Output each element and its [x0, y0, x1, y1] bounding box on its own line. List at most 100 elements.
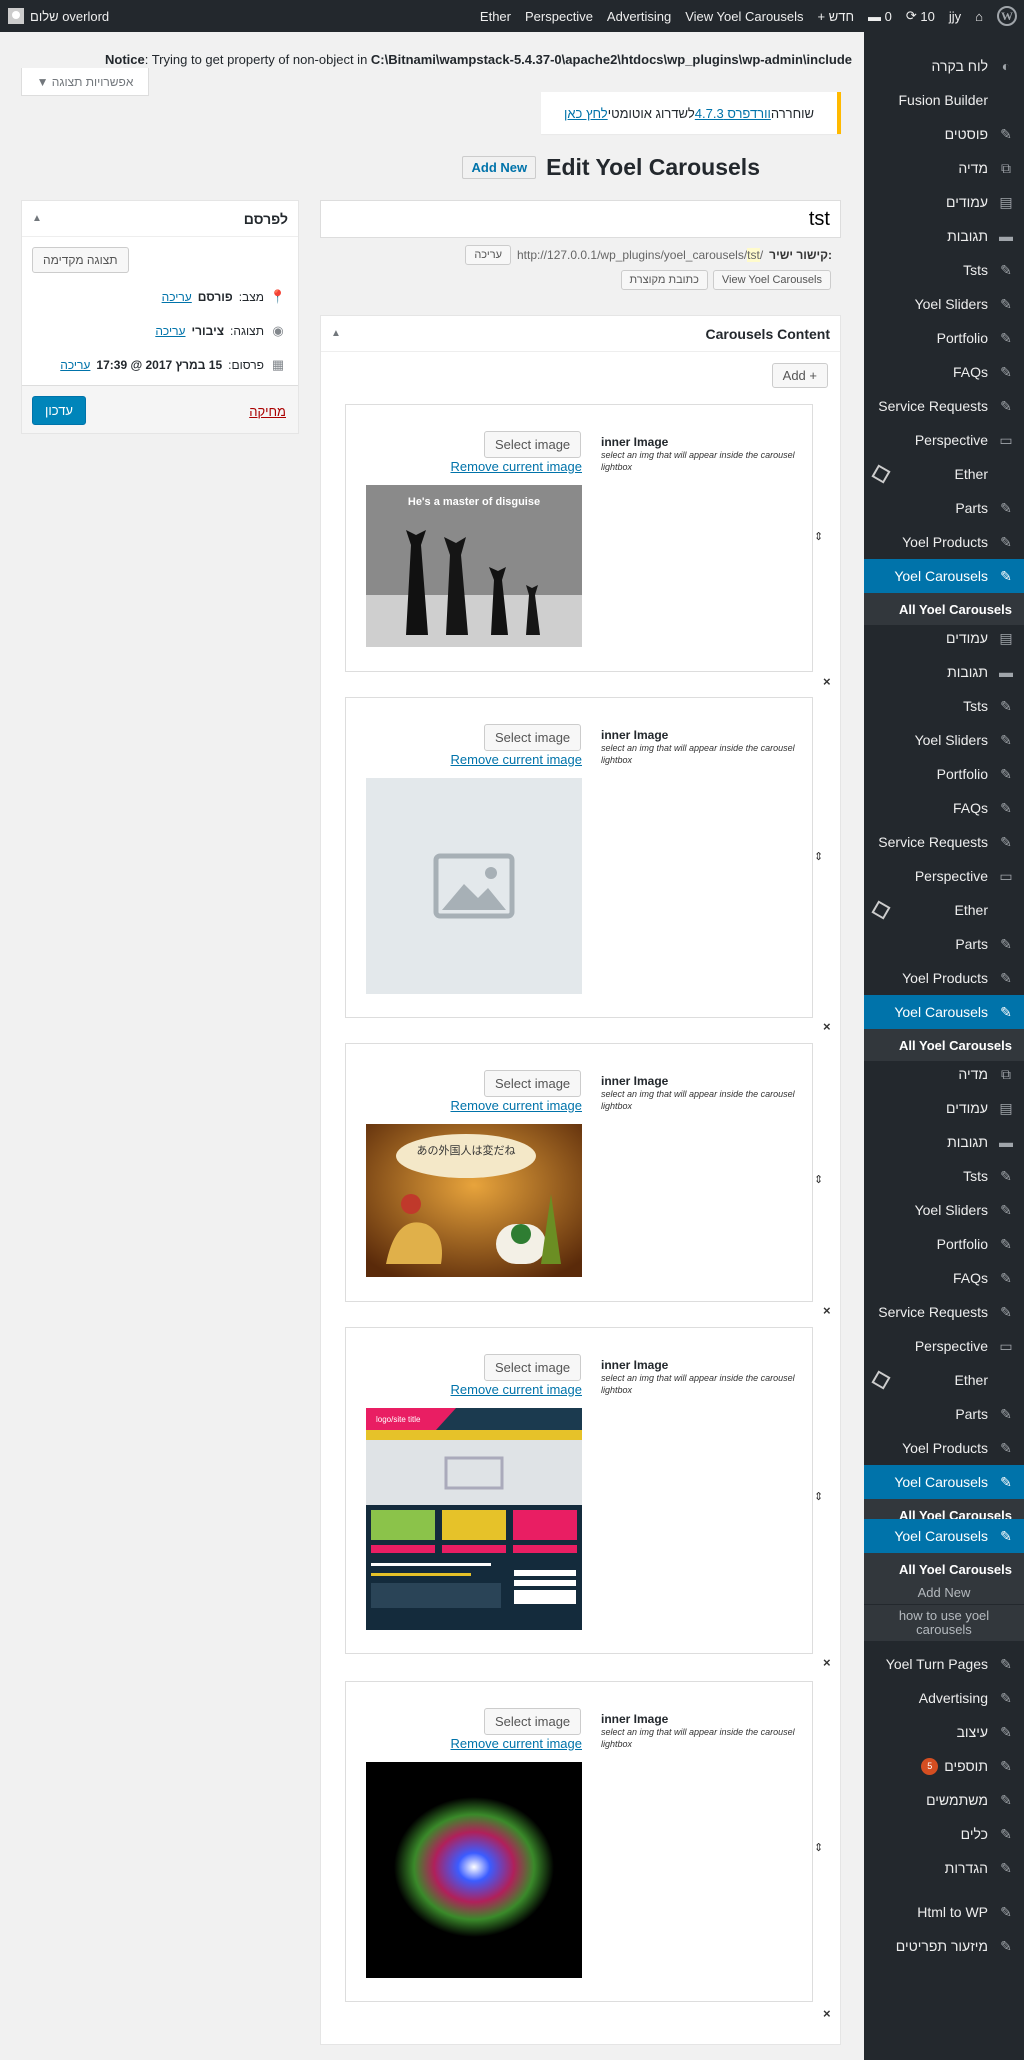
- sidebar-item[interactable]: כלים ✎: [864, 1817, 1024, 1851]
- delete-item-icon[interactable]: ×: [823, 1019, 831, 1034]
- sidebar-item[interactable]: Yoel Products ✎: [864, 525, 1024, 559]
- site-name[interactable]: jjy: [942, 0, 968, 32]
- drag-handle-icon[interactable]: ⇕: [814, 1841, 823, 1854]
- sidebar-item[interactable]: Yoel Carousels ✎: [864, 995, 1024, 1029]
- drag-handle-icon[interactable]: ⇕: [814, 1173, 823, 1186]
- select-image-button[interactable]: Select image: [484, 1070, 582, 1097]
- sidebar-item[interactable]: Yoel Carousels ✎: [864, 1465, 1024, 1499]
- sidebar-item[interactable]: FAQs ✎: [864, 355, 1024, 389]
- drag-handle-icon[interactable]: ⇕: [814, 1490, 823, 1503]
- ether-link[interactable]: Ether: [473, 0, 518, 32]
- sidebar-item[interactable]: Yoel Carousels ✎: [864, 559, 1024, 593]
- sidebar-item[interactable]: Ether: [864, 457, 1024, 491]
- sidebar-item[interactable]: Portfolio ✎: [864, 757, 1024, 791]
- sidebar-item[interactable]: Service Requests ✎: [864, 1295, 1024, 1329]
- sidebar-item[interactable]: Yoel Carousels ✎: [864, 1519, 1024, 1553]
- perspective-link[interactable]: Perspective: [518, 0, 600, 32]
- sidebar-item[interactable]: מיזעור תפריטים ✎: [864, 1929, 1024, 1963]
- delete-item-icon[interactable]: ×: [823, 1655, 831, 1670]
- sidebar-item[interactable]: Service Requests ✎: [864, 825, 1024, 859]
- sidebar-item[interactable]: Parts ✎: [864, 927, 1024, 961]
- sidebar-item[interactable]: Yoel Sliders ✎: [864, 723, 1024, 757]
- sidebar-item[interactable]: פוסטים ✎: [864, 117, 1024, 151]
- edit-permalink-button[interactable]: עריכה: [465, 245, 511, 265]
- sidebar-item[interactable]: Html to WP ✎: [864, 1895, 1024, 1929]
- toggle-arrow-icon[interactable]: ▲: [32, 213, 42, 224]
- wp-logo[interactable]: W: [990, 0, 1024, 32]
- sidebar-item[interactable]: Advertising ✎: [864, 1681, 1024, 1715]
- sidebar-item[interactable]: הגדרות ✎: [864, 1851, 1024, 1885]
- sidebar-item[interactable]: עמודים ▤: [864, 1091, 1024, 1125]
- sidebar-item[interactable]: Tsts ✎: [864, 253, 1024, 287]
- sidebar-item[interactable]: Ether: [864, 1363, 1024, 1397]
- add-new-button[interactable]: Add New: [462, 156, 537, 179]
- publish-box-header[interactable]: ▲ לפרסם: [22, 201, 298, 237]
- remove-image-link[interactable]: Remove current image: [451, 1382, 583, 1397]
- sidebar-item[interactable]: עמודים ▤: [864, 185, 1024, 219]
- sidebar-item[interactable]: Service Requests ✎: [864, 389, 1024, 423]
- new-content[interactable]: + חדש: [811, 0, 861, 32]
- delete-item-icon[interactable]: ×: [823, 2006, 831, 2021]
- sidebar-item[interactable]: Perspective ▭: [864, 1329, 1024, 1363]
- remove-image-link[interactable]: Remove current image: [451, 459, 583, 474]
- sidebar-item[interactable]: תגובות ▬: [864, 1125, 1024, 1159]
- delete-item-icon[interactable]: ×: [823, 1303, 831, 1318]
- select-image-button[interactable]: Select image: [484, 1708, 582, 1735]
- toggle-arrow-icon[interactable]: ▲: [331, 328, 341, 339]
- select-image-button[interactable]: Select image: [484, 1354, 582, 1381]
- sidebar-item[interactable]: Yoel Products ✎: [864, 1431, 1024, 1465]
- sidebar-item[interactable]: FAQs ✎: [864, 791, 1024, 825]
- delete-item-icon[interactable]: ×: [823, 674, 831, 689]
- home-icon[interactable]: ⌂: [968, 0, 990, 32]
- advertising-link[interactable]: Advertising: [600, 0, 678, 32]
- sidebar-item[interactable]: Perspective ▭: [864, 859, 1024, 893]
- sidebar-item[interactable]: Yoel Sliders ✎: [864, 1193, 1024, 1227]
- sidebar-item[interactable]: Parts ✎: [864, 491, 1024, 525]
- sidebar-item[interactable]: Yoel Products ✎: [864, 961, 1024, 995]
- drag-handle-icon[interactable]: ⇕: [814, 850, 823, 863]
- sidebar-item[interactable]: Tsts ✎: [864, 1159, 1024, 1193]
- sidebar-item[interactable]: עיצוב ✎: [864, 1715, 1024, 1749]
- sidebar-item[interactable]: תגובות ▬: [864, 655, 1024, 689]
- updates-link[interactable]: ⟳ 10: [899, 0, 942, 32]
- post-title-input[interactable]: [320, 200, 841, 238]
- sidebar-item[interactable]: Yoel Sliders ✎: [864, 287, 1024, 321]
- sidebar-item[interactable]: 5 תוספים ✎: [864, 1749, 1024, 1783]
- shortlink-button[interactable]: כתובת מקוצרת: [620, 270, 708, 290]
- submenu-how-to[interactable]: how to use yoel carousels: [864, 1605, 1024, 1641]
- my-account[interactable]: שלום overlord: [8, 0, 109, 32]
- sidebar-item[interactable]: FAQs ✎: [864, 1261, 1024, 1295]
- preview-button[interactable]: תצוגה מקדימה: [32, 247, 129, 273]
- remove-image-link[interactable]: Remove current image: [451, 752, 583, 767]
- sidebar-item[interactable]: עמודים ▤: [864, 621, 1024, 655]
- sidebar-item[interactable]: Fusion Builder: [864, 83, 1024, 117]
- sidebar-item[interactable]: Yoel Turn Pages ✎: [864, 1647, 1024, 1681]
- sidebar-item[interactable]: מדיה ⧉: [864, 1057, 1024, 1091]
- drag-handle-icon[interactable]: ⇕: [814, 530, 823, 543]
- sidebar-item[interactable]: Portfolio ✎: [864, 321, 1024, 355]
- update-button[interactable]: עדכון: [32, 396, 86, 425]
- sidebar-item[interactable]: Tsts ✎: [864, 689, 1024, 723]
- sidebar-item[interactable]: Portfolio ✎: [864, 1227, 1024, 1261]
- add-item-button[interactable]: Add +: [771, 363, 828, 388]
- sidebar-item[interactable]: Parts ✎: [864, 1397, 1024, 1431]
- click-here-link[interactable]: לחץ כאן: [564, 106, 608, 121]
- remove-image-link[interactable]: Remove current image: [451, 1098, 583, 1113]
- edit-visibility-link[interactable]: עריכה: [155, 324, 185, 338]
- sidebar-item[interactable]: מדיה ⧉: [864, 151, 1024, 185]
- submenu-add-new[interactable]: Add New: [864, 1581, 1024, 1604]
- box-header[interactable]: ▲ Carousels Content: [321, 316, 840, 352]
- select-image-button[interactable]: Select image: [484, 431, 582, 458]
- sidebar-item[interactable]: משתמשים ✎: [864, 1783, 1024, 1817]
- view-post-button[interactable]: View Yoel Carousels: [712, 270, 831, 290]
- screen-options-button[interactable]: ▼ אפשרויות תצוגה: [21, 68, 149, 96]
- select-image-button[interactable]: Select image: [484, 724, 582, 751]
- comments-link[interactable]: ▬ 0: [861, 0, 899, 32]
- sidebar-item[interactable]: לוח בקרה ◐: [864, 49, 1024, 83]
- delete-link[interactable]: מחיקה: [249, 404, 286, 419]
- remove-image-link[interactable]: Remove current image: [451, 1736, 583, 1751]
- edit-date-link[interactable]: עריכה: [60, 358, 90, 372]
- sidebar-item[interactable]: תגובות ▬: [864, 219, 1024, 253]
- sidebar-item[interactable]: Ether: [864, 893, 1024, 927]
- wordpress-version-link[interactable]: וורדפרס 4.7.3: [695, 106, 771, 121]
